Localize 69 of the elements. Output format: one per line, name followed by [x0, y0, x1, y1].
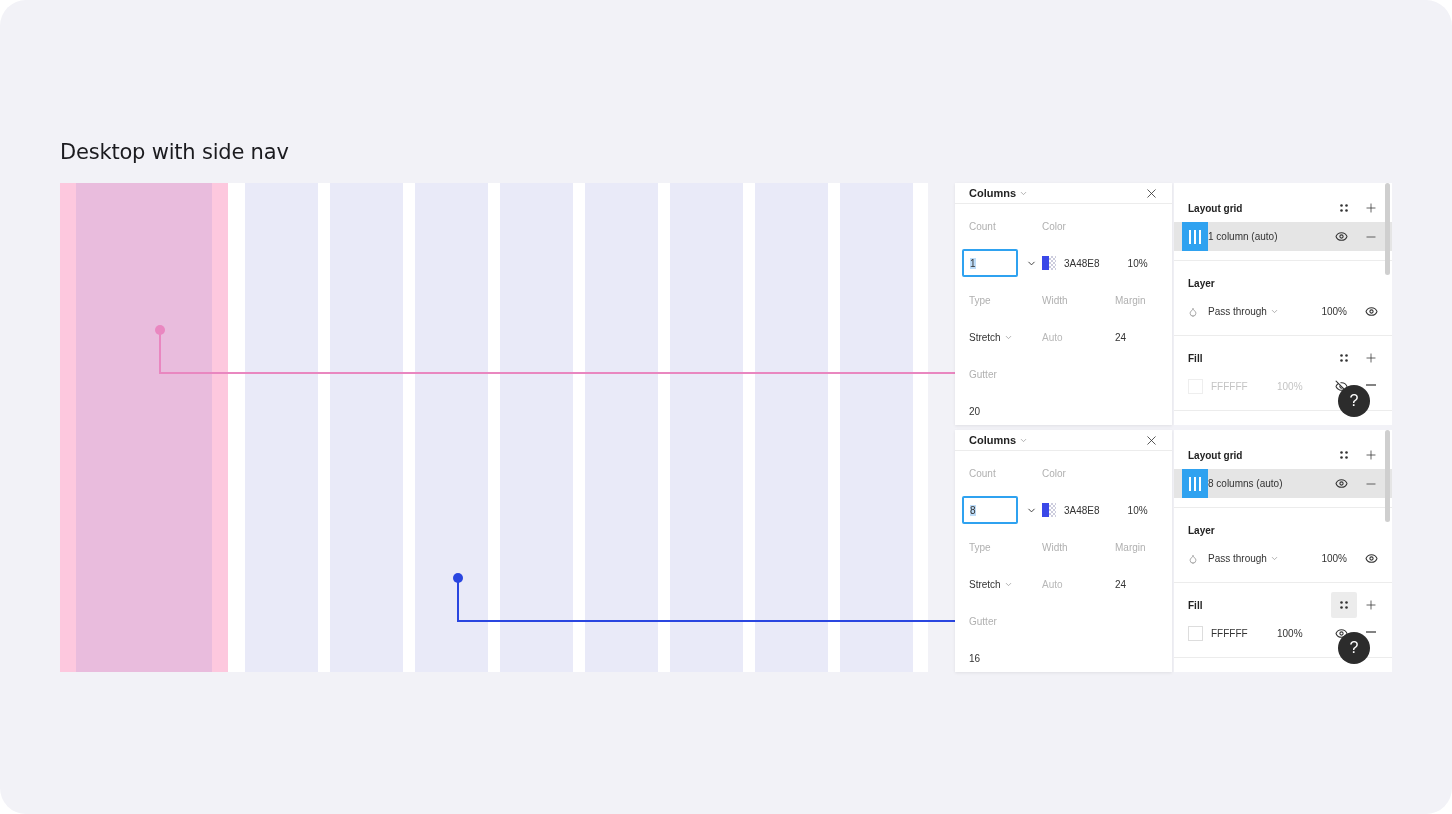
- scrollbar[interactable]: [1385, 183, 1390, 275]
- droplet-icon: [1188, 553, 1198, 564]
- styles-button[interactable]: [1331, 592, 1357, 618]
- field-value: 16: [969, 652, 981, 664]
- field-label: Color: [1042, 467, 1067, 481]
- color-swatch[interactable]: [1042, 503, 1056, 517]
- field-label: Count: [969, 220, 997, 234]
- grid-type-dropdown[interactable]: Columns: [969, 187, 1029, 199]
- grid-item-label[interactable]: 1 column (auto): [1208, 231, 1278, 242]
- eye-icon[interactable]: [1365, 552, 1378, 565]
- help-button[interactable]: ?: [1338, 632, 1370, 664]
- help-button[interactable]: ?: [1338, 385, 1370, 417]
- page-title: Desktop with side nav: [60, 139, 290, 166]
- add-icon[interactable]: [1364, 351, 1378, 365]
- grid-dots-icon: [1340, 354, 1348, 362]
- type-select[interactable]: Stretch: [969, 578, 1013, 590]
- grid-type-dropdown[interactable]: Columns: [969, 434, 1029, 446]
- count-input[interactable]: 1: [962, 249, 1018, 277]
- field-label: Gutter: [969, 368, 998, 382]
- section-title: Layer: [1188, 277, 1215, 289]
- grid-dots-icon: [1340, 204, 1348, 212]
- section-title: Fill: [1188, 352, 1203, 364]
- fill-hex: FFFFFF: [1211, 628, 1249, 639]
- field-label: Width: [1042, 541, 1069, 555]
- field-value: 24: [1115, 331, 1127, 343]
- chevron-down-icon: [1269, 307, 1279, 316]
- add-icon[interactable]: [1364, 448, 1378, 462]
- column-grid-icon[interactable]: [1182, 222, 1208, 251]
- eye-icon[interactable]: [1335, 230, 1348, 243]
- chevron-down-icon: [1269, 554, 1279, 563]
- add-icon[interactable]: [1364, 201, 1378, 215]
- layer-opacity: 100%: [1321, 553, 1347, 564]
- grid-dots-icon: [1340, 601, 1348, 609]
- field-label: Type: [969, 294, 992, 308]
- layer-opacity: 100%: [1321, 306, 1347, 317]
- type-select[interactable]: Stretch: [969, 331, 1013, 343]
- field-value: 20: [969, 405, 981, 417]
- eye-icon[interactable]: [1335, 477, 1348, 490]
- fill-hex: FFFFFF: [1211, 381, 1249, 392]
- color-swatch[interactable]: [1042, 256, 1056, 270]
- color-opacity: 10%: [1127, 257, 1148, 269]
- field-label: Width: [1042, 294, 1069, 308]
- field-label: Color: [1042, 220, 1067, 234]
- field-value: 24: [1115, 578, 1127, 590]
- scrollbar[interactable]: [1385, 430, 1390, 522]
- section-title: Layout grid: [1188, 202, 1243, 214]
- add-icon[interactable]: [1364, 598, 1378, 612]
- column-grid-icon[interactable]: [1182, 469, 1208, 498]
- field-label: Count: [969, 467, 997, 481]
- field-label: Type: [969, 541, 992, 555]
- blend-select[interactable]: Pass through: [1208, 553, 1279, 564]
- section-title: Fill: [1188, 599, 1203, 611]
- blend-select[interactable]: Pass through: [1208, 306, 1279, 317]
- field-label: Gutter: [969, 615, 998, 629]
- droplet-icon: [1188, 306, 1198, 317]
- color-hex: 3A48E8: [1064, 504, 1100, 516]
- field-label: Margin: [1115, 541, 1147, 555]
- eye-icon[interactable]: [1335, 627, 1348, 640]
- section-title: Layout grid: [1188, 449, 1243, 461]
- eye-icon[interactable]: [1365, 305, 1378, 318]
- field-label: Margin: [1115, 294, 1147, 308]
- section-title: Layer: [1188, 524, 1215, 536]
- count-input[interactable]: 8: [962, 496, 1018, 524]
- color-opacity: 10%: [1127, 504, 1148, 516]
- color-hex: 3A48E8: [1064, 257, 1100, 269]
- grid-item-label[interactable]: 8 columns (auto): [1208, 478, 1283, 489]
- grid-dots-icon: [1340, 451, 1348, 459]
- fill-swatch[interactable]: [1188, 626, 1203, 641]
- fill-opacity: 100%: [1277, 628, 1303, 639]
